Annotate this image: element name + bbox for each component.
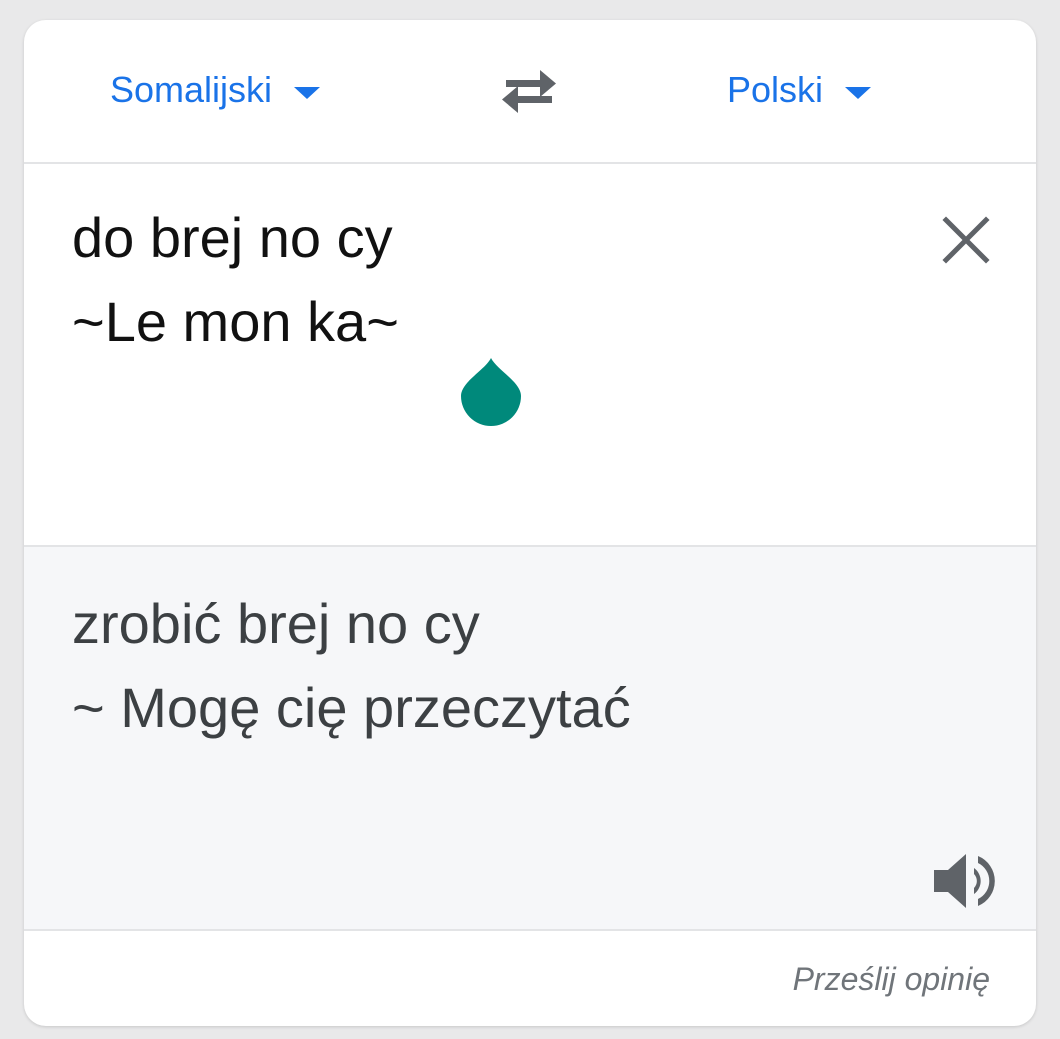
send-feedback-link[interactable]: Prześlij opinię [793,961,990,998]
translation-text: zrobić brej no cy ~ Mogę cię przeczytać [72,582,631,750]
language-bar: Somalijski Polski [24,20,1036,164]
source-line-1: do brej no cy [72,206,393,269]
source-language-label: Somalijski [110,69,273,110]
clear-input-button[interactable] [936,210,996,270]
target-language-selector[interactable]: Polski [727,68,872,112]
result-line-1: zrobić brej no cy [72,592,480,655]
result-line-2: ~ Mogę cię przeczytać [72,676,631,739]
speaker-icon [934,854,995,908]
text-cursor-handle-icon [461,358,521,426]
translate-card: Somalijski Polski do brej no cy ~Le mon k… [24,20,1036,1026]
card-footer: Prześlij opinię [24,931,1036,1026]
source-text[interactable]: do brej no cy ~Le mon ka~ [72,196,399,364]
caret-down-icon [294,87,321,99]
caret-down-icon [845,87,872,99]
swap-arrows-icon [502,70,556,113]
source-input-area[interactable]: do brej no cy ~Le mon ka~ [24,164,1036,547]
translation-result-area: zrobić brej no cy ~ Mogę cię przeczytać [24,547,1036,931]
close-icon [942,216,990,264]
source-line-2: ~Le mon ka~ [72,290,399,353]
target-language-label: Polski [727,69,824,110]
swap-languages-button[interactable] [496,64,562,118]
listen-button[interactable] [930,850,1000,912]
source-language-selector[interactable]: Somalijski [110,68,321,112]
text-cursor-handle[interactable] [459,356,523,428]
